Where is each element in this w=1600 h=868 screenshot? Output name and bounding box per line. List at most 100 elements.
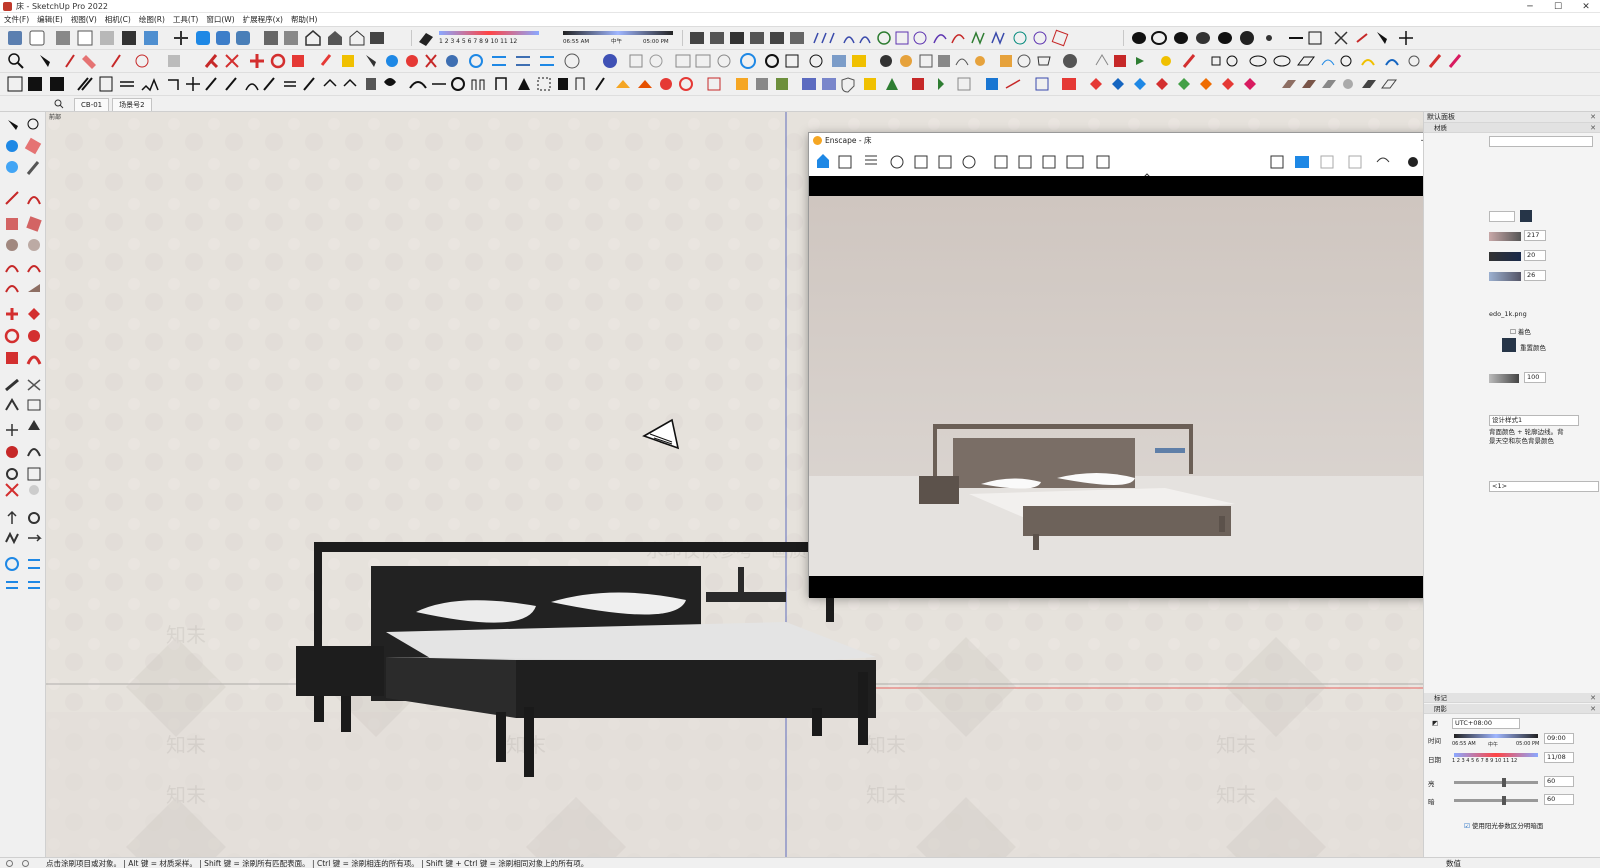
tape-icon[interactable] [366, 55, 376, 67]
arc2-left-icon[interactable] [27, 265, 41, 273]
axes-left-icon[interactable] [6, 424, 18, 436]
enscape-view-icon[interactable] [890, 155, 904, 169]
line-left-icon[interactable] [5, 191, 19, 205]
menu-edit[interactable]: 编辑(E) [37, 14, 63, 25]
scale-icon[interactable] [292, 55, 304, 67]
arc-3pt-icon[interactable] [1033, 31, 1047, 45]
paint-tool-icon[interactable] [6, 140, 18, 152]
date-value[interactable]: 11/08 [1544, 752, 1574, 763]
outer-shell-icon[interactable] [1132, 32, 1146, 44]
text-icon[interactable] [446, 55, 458, 67]
outliner-icon[interactable] [649, 54, 663, 68]
parallelogram-icon[interactable] [1297, 56, 1315, 66]
split-icon[interactable] [1240, 31, 1254, 45]
camera-icon[interactable] [690, 32, 704, 44]
front-view-icon[interactable] [56, 31, 70, 45]
select-icon[interactable] [1377, 32, 1387, 44]
profile-icon[interactable] [603, 54, 617, 68]
diamond-red2-icon[interactable] [1222, 78, 1234, 90]
diamond-blue-icon[interactable] [1112, 78, 1124, 90]
zigzag-icon[interactable] [991, 30, 1005, 46]
menu-window[interactable]: 窗口(W) [206, 14, 234, 25]
previous-left-icon[interactable] [29, 485, 39, 495]
info-icon[interactable] [1017, 54, 1031, 68]
qr-icon[interactable] [50, 77, 64, 91]
export-icon[interactable] [750, 32, 764, 44]
geo-status-icon[interactable] [6, 860, 13, 867]
drape-left-icon[interactable] [28, 581, 40, 589]
3d-box-icon[interactable] [785, 54, 799, 68]
opacity-value[interactable]: 100 [1524, 372, 1546, 383]
material-name-field[interactable] [1489, 136, 1593, 147]
ellipse-tool-icon[interactable] [913, 31, 927, 45]
door-icon[interactable] [99, 76, 113, 92]
walk-left-icon[interactable] [5, 531, 19, 545]
r-slider[interactable] [1489, 232, 1521, 241]
minimize-icon[interactable]: ─ [1516, 0, 1544, 13]
style-builder-icon[interactable] [790, 32, 804, 44]
beam-icon[interactable] [120, 81, 134, 87]
g-slider[interactable] [1489, 252, 1521, 261]
enscape-render-view[interactable] [809, 176, 1491, 598]
blade-icon[interactable] [595, 77, 605, 91]
eye-tool-icon[interactable] [384, 78, 396, 86]
plank3-icon[interactable] [1322, 80, 1336, 88]
menu-extensions[interactable]: 扩展程序(x) [243, 14, 283, 25]
opacity-slider[interactable] [1489, 374, 1519, 383]
shadows-header[interactable]: 阴影 ✕ [1424, 704, 1600, 714]
zoom-window-icon[interactable] [236, 31, 250, 45]
enscape-screenshot-icon[interactable] [994, 155, 1008, 169]
trim-icon[interactable] [1218, 32, 1232, 44]
rotated-rect-icon[interactable] [1051, 29, 1069, 47]
print-icon[interactable] [730, 32, 744, 44]
3d-text-icon[interactable] [28, 420, 40, 430]
hash-icon[interactable] [28, 77, 42, 91]
tray-close-icon[interactable]: ✕ [1590, 112, 1596, 123]
copy-icon[interactable] [957, 77, 971, 91]
sandbox-left-icon[interactable] [5, 557, 19, 571]
report-icon[interactable] [1114, 55, 1126, 67]
reset-color-swatch[interactable] [1502, 338, 1516, 352]
walk-icon[interactable] [564, 53, 580, 69]
clipboard-icon[interactable] [707, 77, 721, 91]
cut-icon[interactable] [1182, 54, 1196, 68]
play-icon[interactable] [1136, 57, 1144, 65]
bend-icon[interactable] [263, 77, 275, 91]
pencil-icon[interactable] [65, 54, 75, 68]
enscape-home-icon[interactable] [817, 154, 829, 168]
weld-icon[interactable] [366, 78, 376, 90]
shadow-toggle-icon[interactable] [419, 33, 433, 46]
sphere-icon[interactable] [660, 78, 672, 90]
g-value[interactable]: 20 [1524, 250, 1546, 261]
rectangle-left-icon[interactable] [6, 218, 18, 230]
tape-measure-icon[interactable] [5, 378, 19, 392]
frame-icon[interactable] [168, 79, 179, 90]
move-icon[interactable] [1399, 31, 1413, 45]
hide-icon[interactable] [1334, 31, 1348, 45]
position-camera-icon[interactable] [7, 510, 17, 524]
table-icon[interactable] [1035, 77, 1049, 91]
close-icon[interactable]: ✕ [1572, 0, 1600, 13]
roof-icon[interactable] [141, 77, 159, 92]
material-swatch[interactable] [1520, 210, 1532, 222]
enscape-assets-icon[interactable] [838, 155, 852, 169]
settings-gear-icon[interactable] [765, 54, 779, 68]
shield-icon[interactable] [841, 77, 855, 93]
section-left-icon[interactable] [28, 534, 42, 542]
tape-tool-icon[interactable] [26, 161, 40, 175]
torus-icon[interactable] [1340, 55, 1352, 67]
rect-tool-icon[interactable] [895, 31, 909, 45]
smoove-left-icon[interactable] [28, 559, 40, 569]
plank-icon[interactable] [1282, 80, 1296, 88]
round-corner-icon[interactable] [451, 77, 465, 91]
top-view-icon[interactable] [29, 30, 45, 46]
match-photo-icon[interactable] [832, 55, 846, 67]
look-around-icon[interactable] [695, 54, 711, 68]
arc-blue-icon[interactable] [1321, 59, 1335, 66]
select-arrow-icon[interactable] [8, 120, 18, 130]
materials-header[interactable]: 材质 ✕ [1424, 123, 1600, 133]
line-tool-icon[interactable] [111, 54, 121, 68]
polygon-icon[interactable] [1013, 31, 1027, 45]
enscape-eye-icon[interactable] [1408, 157, 1418, 167]
knife-icon[interactable] [1428, 54, 1442, 68]
